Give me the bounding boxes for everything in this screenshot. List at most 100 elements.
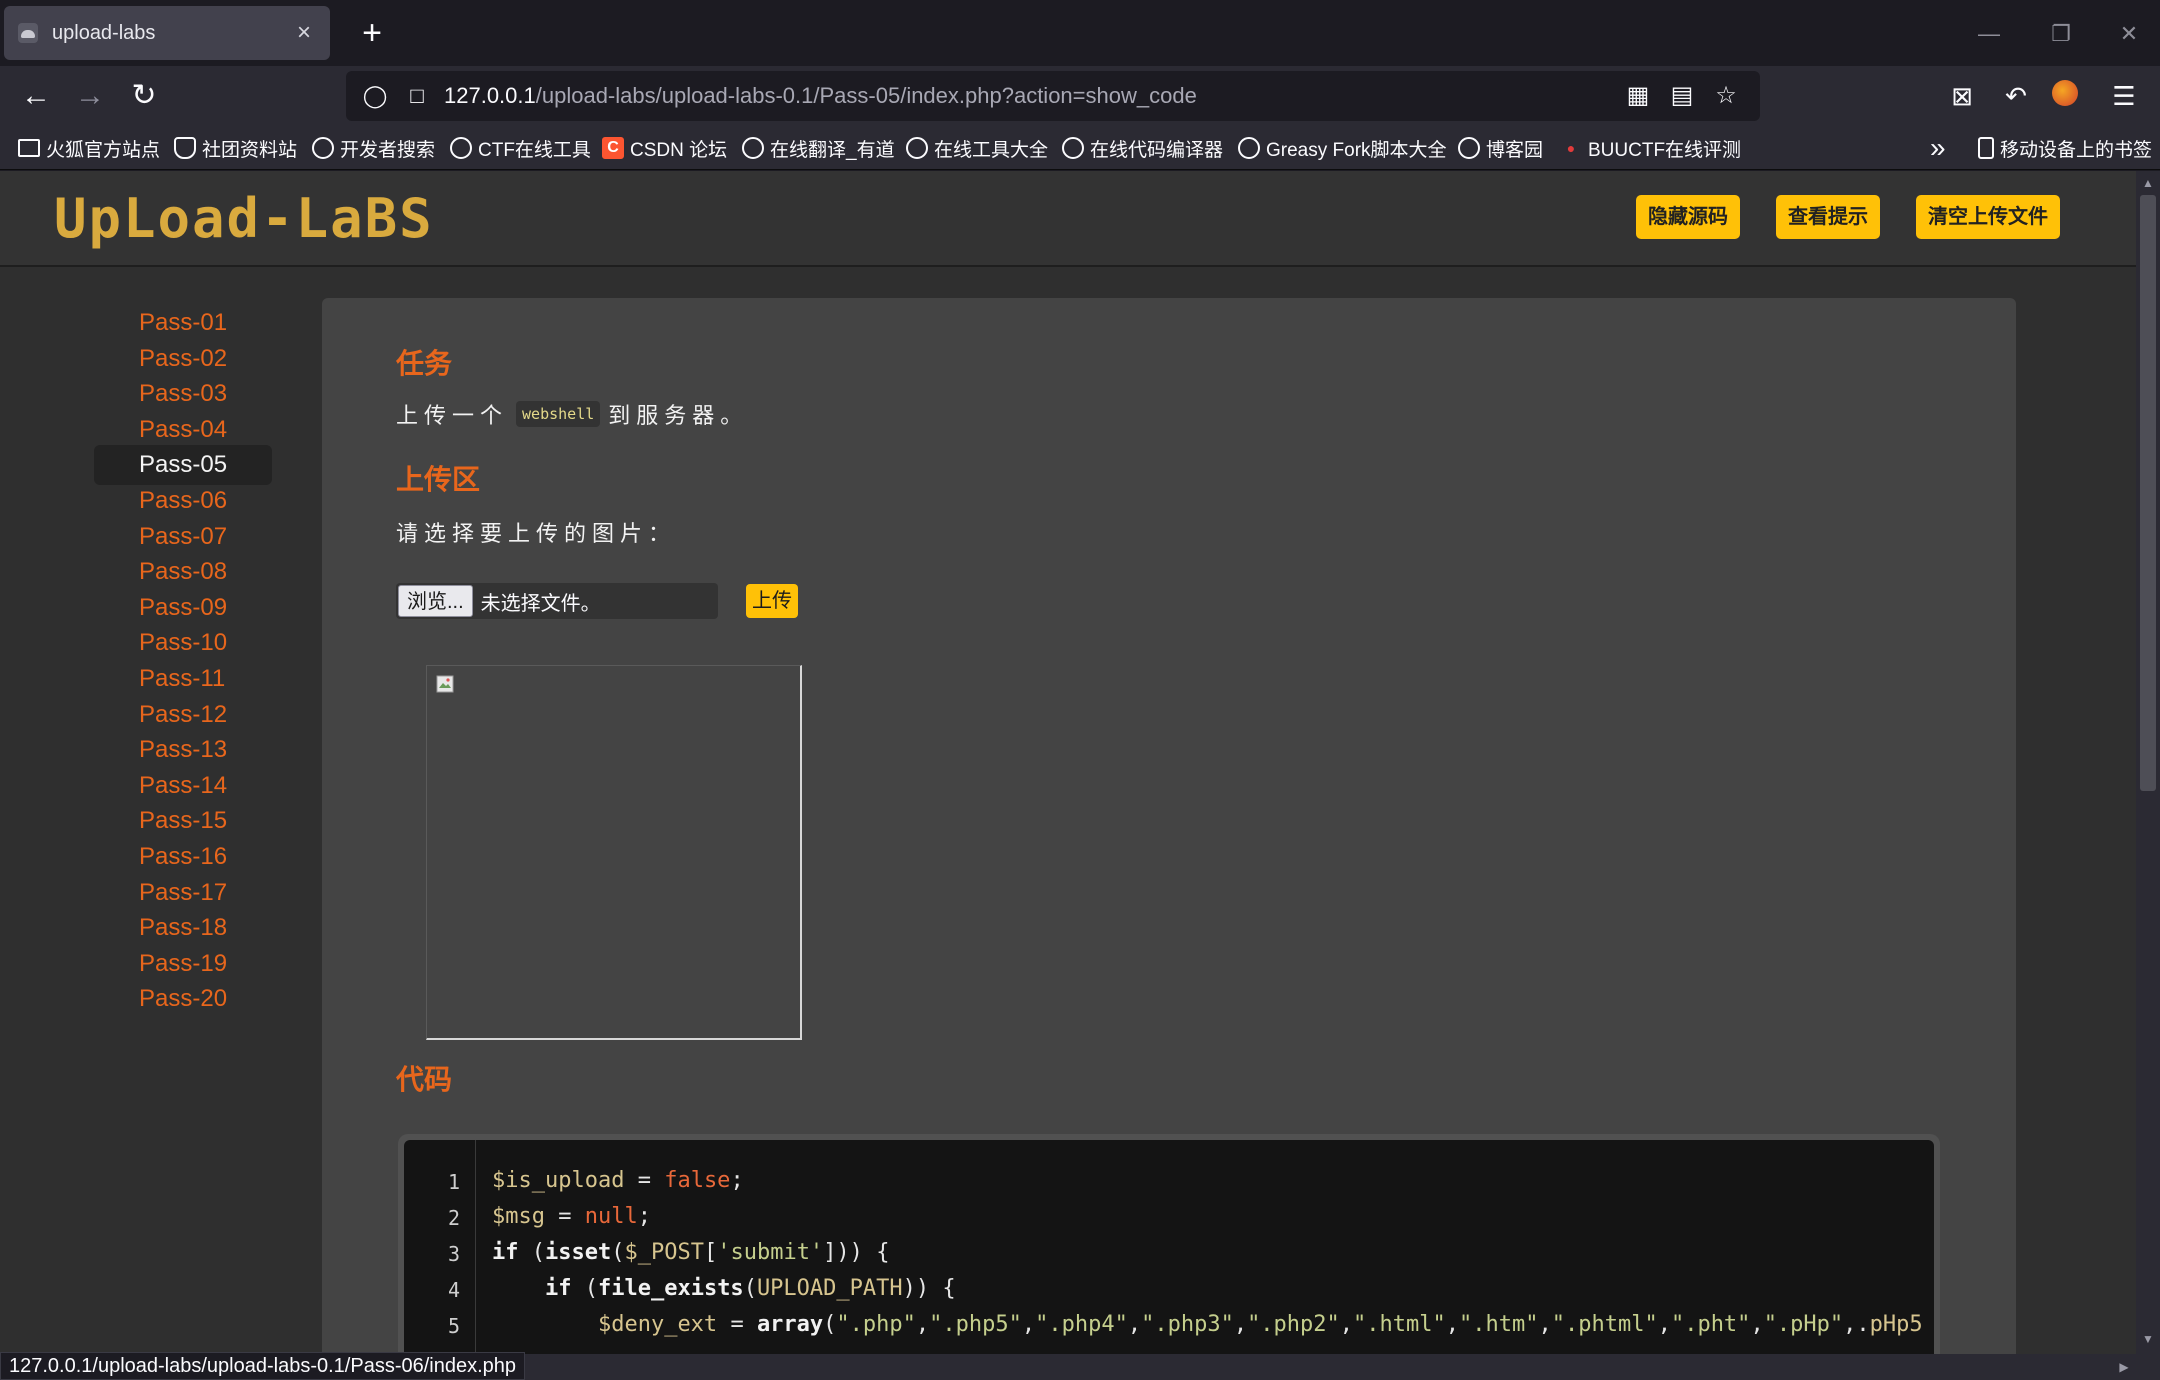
- sidebar-item-pass-11[interactable]: Pass-11: [94, 659, 272, 699]
- bookmark-label: 在线工具大全: [934, 139, 1049, 161]
- bookmark-club-site[interactable]: 社团资料站: [174, 134, 297, 162]
- bookmark-csdn[interactable]: C CSDN 论坛: [602, 134, 727, 162]
- code-line: if (isset($_POST['submit'])) {: [492, 1240, 890, 1265]
- site-favicon-icon: [18, 23, 38, 43]
- tracking-shield-icon[interactable]: ◯: [360, 81, 390, 111]
- browser-tab[interactable]: upload-labs ×: [4, 6, 330, 60]
- vertical-scrollbar[interactable]: ▲ ▼: [2136, 171, 2160, 1354]
- sidebar-item-pass-19[interactable]: Pass-19: [94, 944, 272, 984]
- address-bar[interactable]: ◯ □ 127.0.0.1/upload-labs/upload-labs-0.…: [346, 71, 1760, 121]
- web-page: UpLoad-LaBS 隐藏源码 查看提示 清空上传文件 Pass-01 Pass…: [0, 171, 2136, 1354]
- bookmark-star-icon[interactable]: ☆: [1706, 81, 1746, 111]
- scroll-down-arrow-icon[interactable]: ▼: [2140, 1331, 2156, 1347]
- sidebar-item-pass-12[interactable]: Pass-12: [94, 695, 272, 735]
- bookmarks-overflow-chevron-icon[interactable]: »: [1930, 132, 1946, 163]
- sidebar-item-pass-13[interactable]: Pass-13: [94, 730, 272, 770]
- link-status-bar: 127.0.0.1/upload-labs/upload-labs-0.1/Pa…: [0, 1352, 526, 1380]
- code-line: $msg = null;: [492, 1204, 651, 1229]
- source-code-view[interactable]: 1 2 3 4 5 $is_upload = false; $msg = nul…: [404, 1140, 1934, 1354]
- forward-arrow-icon[interactable]: →: [66, 72, 114, 120]
- sidebar-item-pass-18[interactable]: Pass-18: [94, 908, 272, 948]
- sidebar-item-pass-15[interactable]: Pass-15: [94, 801, 272, 841]
- task-description: 上传一个 webshell 到服务器。: [396, 398, 748, 430]
- line-number: 3: [447, 1242, 460, 1266]
- task-text-after: 到服务器。: [608, 403, 749, 428]
- tab-bar: upload-labs × + — ❐ ✕: [0, 0, 2160, 66]
- bookmark-label: 移动设备上的书签: [2000, 139, 2153, 161]
- qr-code-icon[interactable]: ▦: [1618, 81, 1658, 111]
- screenshot-crop-icon[interactable]: ⊠: [1942, 78, 1982, 114]
- show-hint-button[interactable]: 查看提示: [1776, 195, 1880, 239]
- sidebar-item-pass-16[interactable]: Pass-16: [94, 837, 272, 877]
- sidebar-item-pass-04[interactable]: Pass-04: [94, 410, 272, 450]
- bookmark-label: 在线翻译_有道: [770, 139, 895, 161]
- new-tab-button[interactable]: +: [350, 12, 394, 56]
- task-code-word: webshell: [516, 401, 601, 427]
- close-window-icon[interactable]: ✕: [2104, 14, 2154, 54]
- scroll-right-arrow-icon[interactable]: ▶: [2116, 1359, 2132, 1375]
- site-header: UpLoad-LaBS 隐藏源码 查看提示 清空上传文件: [0, 171, 2136, 267]
- pass-sidebar: Pass-01 Pass-02 Pass-03 Pass-04 Pass-05 Pass-…: [0, 267, 320, 1354]
- undo-close-tab-icon[interactable]: ↶: [1996, 78, 2036, 114]
- page-info-icon[interactable]: □: [402, 81, 432, 111]
- bookmark-greasy-fork[interactable]: Greasy Fork脚本大全: [1238, 134, 1447, 162]
- restore-icon[interactable]: ❐: [2036, 14, 2086, 54]
- sidebar-item-pass-08[interactable]: Pass-08: [94, 552, 272, 592]
- bookmark-folder-firefox[interactable]: 火狐官方站点: [18, 134, 160, 162]
- extension-fox-icon[interactable]: [2052, 80, 2078, 106]
- scroll-up-arrow-icon[interactable]: ▲: [2140, 175, 2156, 191]
- bookmark-buuctf[interactable]: ● BUUCTF在线评测: [1560, 134, 1741, 162]
- reader-view-icon[interactable]: ▤: [1662, 81, 1702, 111]
- tab-title: upload-labs: [52, 21, 156, 44]
- url-text[interactable]: 127.0.0.1/upload-labs/upload-labs-0.1/Pa…: [444, 83, 1614, 109]
- bookmark-label: Greasy Fork脚本大全: [1266, 139, 1447, 161]
- upload-labs-logo[interactable]: UpLoad-LaBS: [54, 187, 434, 250]
- broken-image-icon: [436, 675, 454, 693]
- hide-source-button[interactable]: 隐藏源码: [1636, 195, 1740, 239]
- browse-button[interactable]: 浏览...: [398, 585, 473, 617]
- sidebar-item-pass-09[interactable]: Pass-09: [94, 588, 272, 628]
- url-path: /upload-labs/upload-labs-0.1/Pass-05/ind…: [535, 83, 1197, 108]
- sidebar-item-pass-03[interactable]: Pass-03: [94, 374, 272, 414]
- bookmark-ctf-tools[interactable]: CTF在线工具: [450, 134, 591, 162]
- scroll-thumb[interactable]: [2140, 195, 2156, 791]
- minimize-icon[interactable]: —: [1964, 14, 2014, 54]
- upload-prompt: 请选择要上传的图片：: [396, 521, 677, 546]
- line-number: 5: [447, 1314, 460, 1338]
- bookmark-youdao[interactable]: 在线翻译_有道: [742, 134, 895, 162]
- bookmark-online-tools[interactable]: 在线工具大全: [906, 134, 1048, 162]
- sidebar-item-pass-06[interactable]: Pass-06: [94, 481, 272, 521]
- bookmarks-toolbar: 火狐官方站点 社团资料站 开发者搜索 CTF在线工具 C CSDN 论坛 在线翻译…: [0, 126, 2160, 170]
- globe-icon: [1238, 137, 1260, 159]
- sidebar-item-pass-07[interactable]: Pass-07: [94, 517, 272, 557]
- mobile-bookmarks[interactable]: 移动设备上的书签: [1978, 134, 2152, 162]
- sidebar-item-pass-20[interactable]: Pass-20: [94, 979, 272, 1019]
- globe-icon: [312, 137, 334, 159]
- sidebar-item-pass-05[interactable]: Pass-05: [94, 445, 272, 486]
- bookmark-code-compiler[interactable]: 在线代码编译器: [1062, 134, 1223, 162]
- menu-hamburger-icon[interactable]: ☰: [2104, 78, 2144, 114]
- sidebar-item-pass-02[interactable]: Pass-02: [94, 339, 272, 379]
- line-number-gutter: 1 2 3 4 5: [404, 1140, 476, 1354]
- line-number: 2: [447, 1206, 460, 1230]
- sidebar-item-pass-10[interactable]: Pass-10: [94, 623, 272, 663]
- sidebar-item-pass-14[interactable]: Pass-14: [94, 766, 272, 806]
- sidebar-item-pass-17[interactable]: Pass-17: [94, 873, 272, 913]
- clear-uploads-button[interactable]: 清空上传文件: [1916, 195, 2060, 239]
- bookmark-cnblogs[interactable]: 博客园: [1458, 134, 1543, 162]
- task-text-before: 上传一个: [396, 403, 509, 428]
- bookmark-dev-search[interactable]: 开发者搜索: [312, 134, 435, 162]
- bookmark-label: CTF在线工具: [478, 139, 591, 161]
- mobile-device-icon: [1978, 137, 1994, 159]
- code-block-frame: 1 2 3 4 5 $is_upload = false; $msg = nul…: [398, 1134, 1940, 1354]
- file-input[interactable]: 浏览... 未选择文件。: [396, 583, 718, 619]
- reload-icon[interactable]: ↻: [120, 72, 168, 120]
- upload-submit-button[interactable]: 上传: [746, 584, 798, 618]
- sidebar-item-pass-01[interactable]: Pass-01: [94, 303, 272, 343]
- bookmark-label: BUUCTF在线评测: [1588, 139, 1742, 161]
- globe-icon: [1062, 137, 1084, 159]
- code-line: $is_upload = false;: [492, 1168, 744, 1193]
- code-line: $deny_ext = array(".php",".php5",".php4"…: [597, 1312, 1923, 1337]
- tab-close-icon[interactable]: ×: [292, 19, 316, 47]
- back-arrow-icon[interactable]: ←: [12, 72, 60, 120]
